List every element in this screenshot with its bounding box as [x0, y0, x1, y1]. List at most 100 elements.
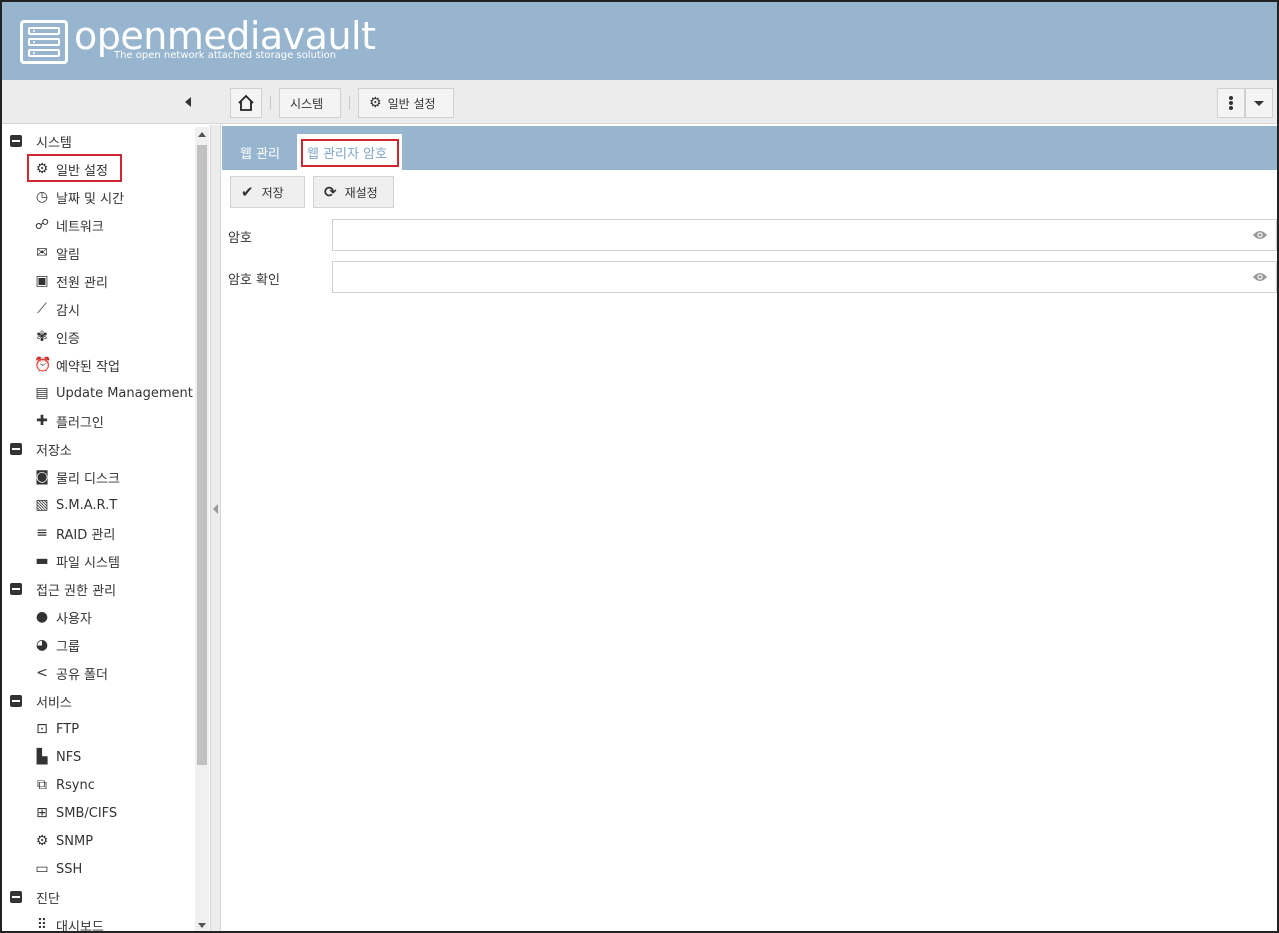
- sidebar-item-notification[interactable]: ✉ 알림: [2, 239, 80, 267]
- sidebar-item-dashboard[interactable]: ⠿ 대시보드: [2, 911, 104, 933]
- nav-group-services[interactable]: 서비스: [2, 687, 72, 715]
- tab-web-administration[interactable]: 웹 관리: [230, 134, 290, 170]
- password-label: 암호: [228, 231, 252, 246]
- openmediavault-logo-icon: [20, 20, 68, 64]
- sidebar-item-update-management[interactable]: ▤ Update Management: [2, 379, 193, 407]
- selection-highlight: [27, 154, 122, 182]
- sidebar-item-ssh[interactable]: ▭ SSH: [2, 855, 82, 883]
- home-button[interactable]: [230, 88, 262, 118]
- chevron-down-icon: [1254, 100, 1264, 106]
- reset-button[interactable]: ⟳ 재설정: [313, 176, 394, 208]
- sidebar-item-plugins[interactable]: ✚ 플러그인: [2, 407, 104, 435]
- sidebar-item-label: 인증: [56, 331, 80, 347]
- sidebar-item-label: Update Management: [56, 385, 193, 401]
- terminal-icon: ▭: [35, 861, 49, 877]
- certificate-icon: ✾: [36, 329, 48, 345]
- sidebar-item-label: NFS: [56, 749, 82, 765]
- sidebar-item-label: 예약된 작업: [56, 359, 120, 375]
- scrollbar-thumb[interactable]: [197, 145, 207, 765]
- sidebar-item-rsync[interactable]: ⧉ Rsync: [2, 771, 95, 799]
- nav-group-label: 접근 권한 관리: [36, 583, 117, 599]
- save-button-label: 저장: [261, 185, 284, 200]
- collapse-sidebar-icon[interactable]: [182, 94, 196, 110]
- dropdown-button[interactable]: [1245, 88, 1273, 118]
- rsync-icon: ⧉: [37, 777, 47, 793]
- eye-icon[interactable]: [1252, 229, 1268, 241]
- breadcrumb-toolbar: 시스템 ⚙ 일반 설정: [2, 80, 1277, 124]
- sidebar-item-label: 전원 관리: [56, 275, 108, 291]
- nav-group-system[interactable]: 시스템: [2, 127, 72, 155]
- nav-group-label: 시스템: [36, 135, 72, 151]
- grid-icon: ⠿: [36, 917, 48, 933]
- collapse-minus-icon[interactable]: [10, 891, 22, 903]
- password-field[interactable]: [332, 219, 1277, 251]
- sidebar-item-nfs[interactable]: ▙ NFS: [2, 743, 82, 771]
- sidebar-item-filesystems[interactable]: ▬ 파일 시스템: [2, 547, 120, 575]
- heartbeat-icon: ▧: [35, 497, 49, 513]
- sidebar-item-smart[interactable]: ▧ S.M.A.R.T: [2, 491, 117, 519]
- sidebar-item-shared-folders[interactable]: < 공유 폴더: [2, 659, 108, 687]
- windows-icon: ⊞: [36, 805, 48, 821]
- sidebar-item-disks[interactable]: ◙ 물리 디스크: [2, 463, 120, 491]
- folder-icon: ▬: [35, 553, 49, 569]
- sidebar-item-label: 대시보드: [56, 919, 104, 933]
- sidebar-item-label: FTP: [56, 721, 80, 737]
- sidebar-item-groups[interactable]: ◕ 그룹: [2, 631, 80, 659]
- disk-icon: ◙: [35, 469, 49, 485]
- breadcrumb-system[interactable]: 시스템: [279, 88, 341, 118]
- breadcrumb-general-settings[interactable]: ⚙ 일반 설정: [358, 88, 454, 118]
- confirm-password-label: 암호 확인: [228, 273, 280, 288]
- confirm-password-field[interactable]: [332, 261, 1277, 293]
- scroll-down-icon[interactable]: [198, 923, 206, 928]
- nfs-icon: ▙: [36, 749, 48, 765]
- nav-group-access-rights[interactable]: 접근 권한 관리: [2, 575, 116, 603]
- archive-icon: ▤: [35, 385, 49, 401]
- home-icon: [238, 94, 254, 111]
- save-button[interactable]: ✔ 저장: [230, 176, 305, 208]
- sidebar-scrollbar[interactable]: [195, 127, 209, 931]
- share-icon: <: [36, 665, 48, 681]
- breadcrumb-general-settings-label: 일반 설정: [387, 96, 436, 111]
- sidebar-item-snmp[interactable]: ⚙ SNMP: [2, 827, 93, 855]
- sidebar-item-network[interactable]: ☍ 네트워크: [2, 211, 104, 239]
- app-subtitle: The open network attached storage soluti…: [114, 50, 337, 61]
- sidebar-item-label: SSH: [56, 861, 83, 877]
- sidebar-item-label: RAID 관리: [56, 527, 116, 543]
- check-icon: ✔: [241, 183, 254, 201]
- collapse-minus-icon[interactable]: [10, 443, 22, 455]
- nav-group-storage[interactable]: 저장소: [2, 435, 72, 463]
- collapse-minus-icon[interactable]: [10, 583, 22, 595]
- sidebar-item-raid[interactable]: ≡ RAID 관리: [2, 519, 115, 547]
- sidebar-item-label: 네트워크: [56, 219, 104, 235]
- eye-icon[interactable]: [1252, 271, 1268, 283]
- sidebar-item-certificates[interactable]: ✾ 인증: [2, 323, 80, 351]
- sidebar-item-monitoring[interactable]: ⟋ 감시: [2, 295, 80, 323]
- sidebar-item-label: 물리 디스크: [56, 471, 120, 487]
- sidebar-item-label: 감시: [56, 303, 80, 319]
- sidebar-item-label: SNMP: [56, 833, 94, 849]
- puzzle-icon: ✚: [36, 413, 48, 429]
- network-icon: ☍: [34, 217, 50, 233]
- app-header: openmediavault The open network attached…: [2, 2, 1277, 80]
- clock-icon: ◷: [35, 189, 49, 205]
- sidebar-item-users[interactable]: ● 사용자: [2, 603, 92, 631]
- tab-bar: 웹 관리 웹 관리자 암호: [222, 126, 1277, 170]
- refresh-icon: ⟳: [324, 183, 337, 201]
- database-icon: ≡: [36, 525, 48, 541]
- collapse-minus-icon[interactable]: [10, 695, 22, 707]
- sidebar-item-date-time[interactable]: ◷ 날짜 및 시간: [2, 183, 124, 211]
- nav-group-label: 저장소: [36, 443, 72, 459]
- sidebar-item-smb[interactable]: ⊞ SMB/CIFS: [2, 799, 117, 827]
- more-menu-button[interactable]: [1217, 88, 1245, 118]
- sidebar-item-scheduled-jobs[interactable]: ⏰ 예약된 작업: [2, 351, 120, 379]
- nav-group-label: 서비스: [36, 695, 72, 711]
- collapse-minus-icon[interactable]: [10, 135, 22, 147]
- sidebar-splitter[interactable]: [211, 125, 221, 931]
- sidebar-item-ftp[interactable]: ⊡ FTP: [2, 715, 79, 743]
- reset-button-label: 재설정: [344, 185, 378, 200]
- nav-group-diagnostics[interactable]: 진단: [2, 883, 60, 911]
- sidebar-item-power-management[interactable]: ▣ 전원 관리: [2, 267, 108, 295]
- scroll-up-icon[interactable]: [198, 132, 206, 137]
- sidebar-item-label: Rsync: [56, 777, 95, 793]
- navigation-sidebar: 시스템 ⚙ 일반 설정 ◷ 날짜 및 시간 ☍ 네트워크 ✉ 알림 ▣ 전원 관…: [2, 125, 211, 933]
